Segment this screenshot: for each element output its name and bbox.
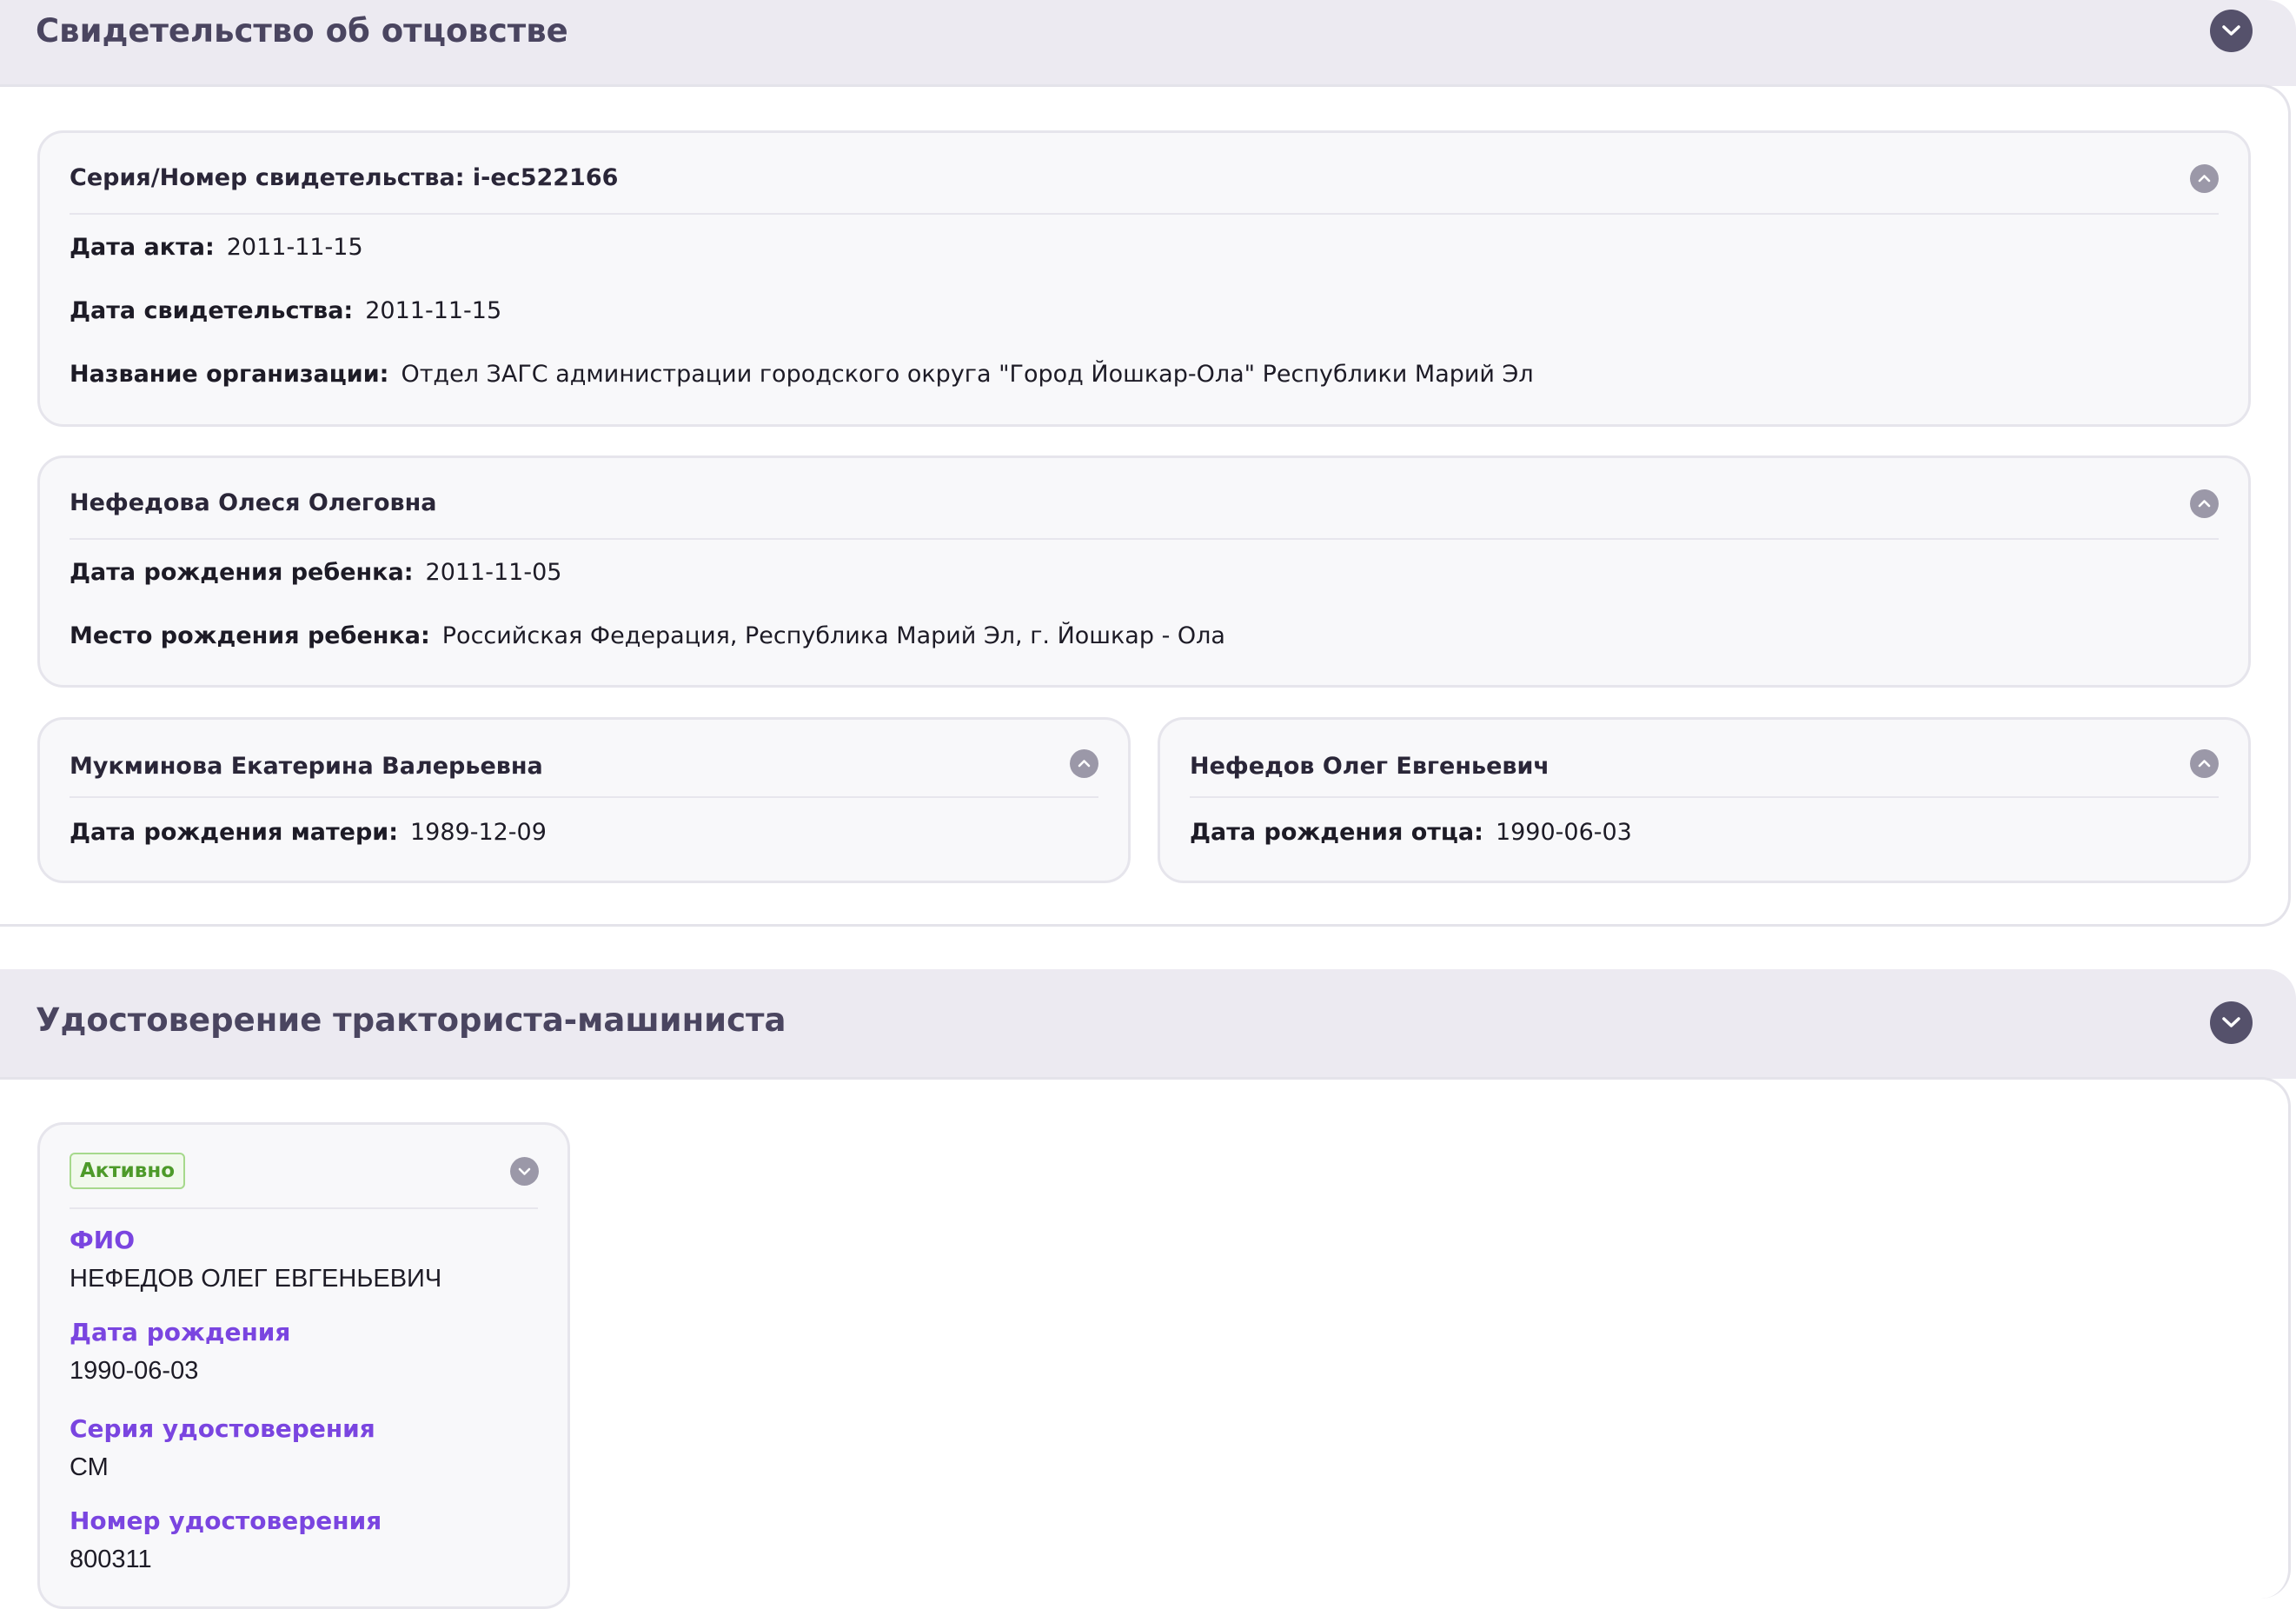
child-birth-date-field: Дата рождения ребенка: 2011-11-05 xyxy=(70,559,561,586)
organization-value: Отдел ЗАГС администрации городского окру… xyxy=(401,361,1534,388)
paternity-section-toggle[interactable] xyxy=(2210,10,2253,52)
mother-birth-date-value: 1989-12-09 xyxy=(410,819,547,846)
child-birth-date-label: Дата рождения ребенка: xyxy=(70,559,414,586)
father-birth-date-value: 1990-06-03 xyxy=(1495,819,1632,846)
mother-divider xyxy=(70,796,1098,798)
child-birth-place-field: Место рождения ребенка: Российская Федера… xyxy=(70,622,1225,649)
act-date-value: 2011-11-15 xyxy=(226,234,363,261)
certificate-card: Серия/Номер свидетельства: i-ec522166 Да… xyxy=(37,130,2251,427)
act-date-field: Дата акта: 2011-11-15 xyxy=(70,234,363,261)
full-name-label: ФИО xyxy=(70,1226,136,1254)
certificate-collapse-toggle[interactable] xyxy=(2190,164,2219,193)
act-date-label: Дата акта: xyxy=(70,234,215,261)
child-divider xyxy=(70,538,2219,540)
father-birth-date-field: Дата рождения отца: 1990-06-03 xyxy=(1190,819,1632,846)
father-birth-date-label: Дата рождения отца: xyxy=(1190,819,1483,846)
full-name-value: НЕФЕДОВ ОЛЕГ ЕВГЕНЬЕВИЧ xyxy=(70,1265,442,1293)
license-expand-toggle[interactable] xyxy=(510,1157,539,1186)
organization-label: Название организации: xyxy=(70,361,389,388)
status-badge: Активно xyxy=(70,1153,185,1189)
mother-name-title: Мукминова Екатерина Валерьевна xyxy=(70,753,543,780)
mother-collapse-toggle[interactable] xyxy=(1070,749,1098,778)
license-number-value: 800311 xyxy=(70,1546,152,1573)
tractor-section-header[interactable]: Удостоверение тракториста-машиниста xyxy=(0,969,2296,1079)
chevron-up-icon xyxy=(1078,760,1091,768)
license-number-label: Номер удостоверения xyxy=(70,1506,382,1535)
license-series-value: СМ xyxy=(70,1453,109,1481)
tractor-section-body: Активно ФИО НЕФЕДОВ ОЛЕГ ЕВГЕНЬЕВИЧ Дата… xyxy=(0,1077,2291,1609)
child-card: Нефедова Олеся Олеговна Дата рождения ре… xyxy=(37,455,2251,688)
tractor-license-card: Активно ФИО НЕФЕДОВ ОЛЕГ ЕВГЕНЬЕВИЧ Дата… xyxy=(37,1122,570,1609)
birth-date-label: Дата рождения xyxy=(70,1318,291,1346)
chevron-up-icon xyxy=(2198,500,2211,508)
paternity-section-body: Серия/Номер свидетельства: i-ec522166 Да… xyxy=(0,84,2291,927)
tractor-section-toggle[interactable] xyxy=(2210,1001,2253,1044)
child-name-title: Нефедова Олеся Олеговна xyxy=(70,489,437,516)
mother-birth-date-field: Дата рождения матери: 1989-12-09 xyxy=(70,819,547,846)
certificate-date-field: Дата свидетельства: 2011-11-15 xyxy=(70,297,501,324)
father-collapse-toggle[interactable] xyxy=(2190,749,2219,778)
organization-field: Название организации: Отдел ЗАГС админист… xyxy=(70,361,1534,388)
license-series-label: Серия удостоверения xyxy=(70,1414,375,1443)
chevron-up-icon xyxy=(2198,760,2211,768)
paternity-section-header[interactable]: Свидетельство об отцовстве xyxy=(0,0,2296,86)
child-birth-place-label: Место рождения ребенка: xyxy=(70,622,430,649)
paternity-section-title: Свидетельство об отцовстве xyxy=(36,12,568,50)
mother-card: Мукминова Екатерина Валерьевна Дата рожд… xyxy=(37,717,1131,883)
mother-birth-date-label: Дата рождения матери: xyxy=(70,819,398,846)
child-birth-date-value: 2011-11-05 xyxy=(425,559,562,586)
chevron-down-icon xyxy=(2222,25,2240,36)
certificate-number-title: Серия/Номер свидетельства: i-ec522166 xyxy=(70,164,619,191)
certificate-date-value: 2011-11-15 xyxy=(365,297,502,324)
child-birth-place-value: Российская Федерация, Республика Марий Э… xyxy=(441,622,1225,649)
license-divider xyxy=(70,1207,538,1209)
father-card: Нефедов Олег Евгеньевич Дата рождения от… xyxy=(1158,717,2251,883)
child-collapse-toggle[interactable] xyxy=(2190,489,2219,518)
tractor-section-title: Удостоверение тракториста-машиниста xyxy=(36,1001,786,1039)
certificate-date-label: Дата свидетельства: xyxy=(70,297,354,324)
father-name-title: Нефедов Олег Евгеньевич xyxy=(1190,753,1549,780)
chevron-down-icon xyxy=(2222,1017,2240,1027)
certificate-divider xyxy=(70,213,2219,215)
chevron-up-icon xyxy=(2198,175,2211,183)
birth-date-value: 1990-06-03 xyxy=(70,1357,199,1385)
father-divider xyxy=(1190,796,2219,798)
chevron-down-icon xyxy=(518,1167,531,1175)
